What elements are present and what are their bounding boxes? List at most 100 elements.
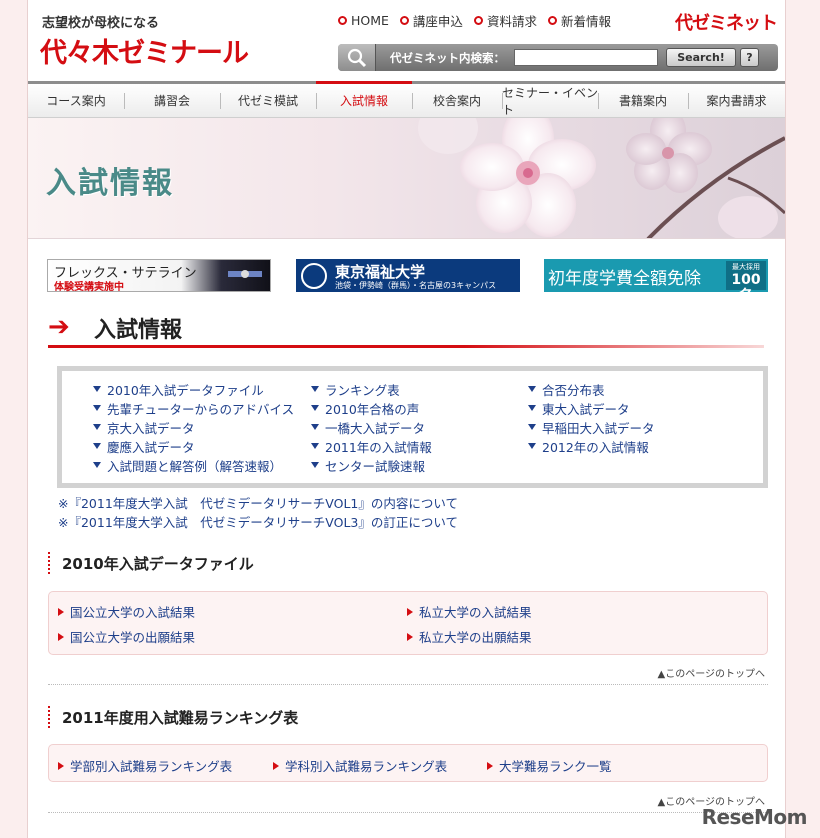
bullet-ring-icon bbox=[338, 16, 347, 25]
search-icon bbox=[338, 44, 376, 71]
nav-course[interactable]: コース案内 bbox=[28, 84, 124, 117]
link-pass-voice-2010[interactable]: 2010年合格の声 bbox=[311, 400, 432, 417]
nav-seminar[interactable]: セミナー・イベント bbox=[502, 84, 598, 117]
link-waseda-data[interactable]: 早稲田大入試データ bbox=[528, 419, 655, 436]
tokyo-banner-sub: 池袋・伊勢崎（群馬）・名古屋の3キャンパス bbox=[335, 281, 497, 290]
triangle-down-icon bbox=[528, 424, 536, 430]
note-link-vol3[interactable]: ※『2011年度大学入試 代ゼミデータリサーチVOL3』の訂正について bbox=[58, 513, 458, 532]
nav-campus[interactable]: 校舎案内 bbox=[412, 84, 502, 117]
triangle-down-icon bbox=[528, 405, 536, 411]
divider bbox=[48, 684, 768, 685]
top-link-apply[interactable]: 講座申込 bbox=[399, 11, 463, 30]
triangle-down-icon bbox=[93, 386, 101, 392]
section-title: 入試情報 bbox=[94, 318, 183, 343]
ranking-heading: 2011年度用入試難易ランキング表 bbox=[48, 706, 298, 728]
hero-title: 入試情報 bbox=[46, 166, 174, 201]
datafile-heading: 2010年入試データファイル bbox=[48, 552, 254, 574]
resemom-watermark: ReseMom bbox=[701, 805, 808, 829]
arrow-right-icon: ➔ bbox=[48, 312, 70, 342]
link-column-1: 2010年入試データファイル 先輩チューターからのアドバイス 京大入試データ 慶… bbox=[93, 381, 294, 474]
link-university-rank-list[interactable]: 大学難易ランク一覧 bbox=[487, 756, 612, 775]
top-link-home[interactable]: HOME bbox=[338, 11, 389, 30]
nav-seasonal[interactable]: 講習会 bbox=[124, 84, 220, 117]
triangle-down-icon bbox=[93, 405, 101, 411]
triangle-right-icon bbox=[58, 607, 64, 616]
triangle-down-icon bbox=[311, 386, 319, 392]
hero-banner: 入試情報 bbox=[28, 118, 785, 239]
link-column-3: 合否分布表 東大入試データ 早稲田大入試データ 2012年の入試情報 bbox=[528, 381, 655, 455]
link-center-exam[interactable]: センター試験速報 bbox=[311, 457, 432, 474]
link-kyoto-data[interactable]: 京大入試データ bbox=[93, 419, 294, 436]
link-tutor-advice[interactable]: 先輩チューターからのアドバイス bbox=[93, 400, 294, 417]
triangle-down-icon bbox=[93, 443, 101, 449]
heading-marker bbox=[48, 706, 51, 728]
link-datafile-2010[interactable]: 2010年入試データファイル bbox=[93, 381, 294, 398]
scholarship-banner[interactable]: 初年度学費全額免除 最大採用 100名 bbox=[544, 259, 768, 304]
satellite-icon bbox=[228, 270, 262, 278]
link-column-2: ランキング表 2010年合格の声 一橋大入試データ 2011年の入試情報 センタ… bbox=[311, 381, 432, 474]
triangle-right-icon bbox=[58, 761, 64, 770]
top-link-news[interactable]: 新着情報 bbox=[547, 11, 611, 30]
tokyo-banner-title: 東京福祉大学 bbox=[335, 263, 426, 281]
help-button[interactable]: ? bbox=[740, 48, 759, 67]
triangle-down-icon bbox=[311, 462, 319, 468]
triangle-down-icon bbox=[93, 462, 101, 468]
bullet-ring-icon bbox=[473, 16, 483, 25]
tokyo-fukushi-banner[interactable]: 東京福祉大学 池袋・伊勢崎（群馬）・名古屋の3キャンパス bbox=[296, 259, 520, 292]
notes: ※『2011年度大学入試 代ゼミデータリサーチVOL1』の内容について ※『20… bbox=[58, 494, 458, 532]
link-private-results[interactable]: 私立大学の入試結果 bbox=[407, 602, 532, 621]
link-faculty-ranking[interactable]: 学部別入試難易ランキング表 bbox=[58, 756, 232, 775]
nav-exam-info[interactable]: 入試情報 bbox=[316, 81, 412, 117]
top-link-request[interactable]: 資料請求 bbox=[473, 11, 537, 30]
nav-books[interactable]: 書籍案内 bbox=[598, 84, 688, 117]
triangle-down-icon bbox=[311, 424, 319, 430]
link-exam-info-2011[interactable]: 2011年の入試情報 bbox=[311, 438, 432, 455]
triangle-right-icon bbox=[273, 761, 279, 770]
top-links: HOME 講座申込 資料請求 新着情報 bbox=[338, 11, 611, 30]
search-label: 代ゼミネット内検索： bbox=[390, 50, 505, 65]
link-private-applications[interactable]: 私立大学の出願結果 bbox=[407, 627, 532, 646]
link-pass-distribution[interactable]: 合否分布表 bbox=[528, 381, 655, 398]
heading-marker bbox=[48, 552, 51, 574]
divider bbox=[48, 812, 768, 813]
page-top-link-1[interactable]: ▲このページのトップへ bbox=[658, 665, 766, 680]
university-seal-icon bbox=[301, 263, 327, 289]
link-exam-answers[interactable]: 入試問題と解答例（解答速報） bbox=[93, 457, 294, 474]
scholarship-banner-title: 初年度学費全額免除 bbox=[548, 269, 701, 289]
triangle-down-icon bbox=[528, 443, 536, 449]
bullet-ring-icon bbox=[399, 16, 409, 25]
link-todai-data[interactable]: 東大入試データ bbox=[528, 400, 655, 417]
page: 志望校が母校になる 代々木ゼミナール 代ゼミネット HOME 講座申込 資料請求… bbox=[27, 0, 786, 838]
brand-logo[interactable]: 代ゼミネット bbox=[675, 9, 778, 35]
triangle-down-icon bbox=[528, 386, 536, 392]
nav-brochure[interactable]: 案内書請求 bbox=[688, 84, 785, 117]
link-keio-data[interactable]: 慶應入試データ bbox=[93, 438, 294, 455]
note-link-vol1[interactable]: ※『2011年度大学入試 代ゼミデータリサーチVOL1』の内容について bbox=[58, 494, 458, 513]
triangle-right-icon bbox=[487, 761, 493, 770]
link-exam-info-2012[interactable]: 2012年の入試情報 bbox=[528, 438, 655, 455]
section-heading: ➔ 入試情報 bbox=[48, 310, 764, 348]
search-input[interactable] bbox=[514, 49, 658, 66]
nav-mock-exam[interactable]: 代ゼミ模試 bbox=[220, 84, 316, 117]
exam-info-link-box: 2010年入試データファイル 先輩チューターからのアドバイス 京大入試データ 慶… bbox=[57, 366, 768, 488]
tagline: 志望校が母校になる bbox=[42, 16, 160, 31]
link-department-ranking[interactable]: 学科別入試難易ランキング表 bbox=[273, 756, 447, 775]
flex-satellite-banner[interactable]: フレックス・サテライン 体験受講実施中 bbox=[47, 259, 271, 293]
flex-banner-sub: 体験受講実施中 bbox=[54, 282, 124, 293]
triangle-right-icon bbox=[407, 607, 413, 616]
link-national-applications[interactable]: 国公立大学の出願結果 bbox=[58, 627, 195, 646]
scholarship-badge: 最大採用 100名 bbox=[726, 261, 766, 304]
triangle-down-icon bbox=[311, 443, 319, 449]
triangle-down-icon bbox=[311, 405, 319, 411]
main-nav: コース案内 講習会 代ゼミ模試 入試情報 校舎案内 セミナー・イベント 書籍案内… bbox=[28, 81, 785, 118]
triangle-right-icon bbox=[58, 632, 64, 641]
search-button[interactable]: Search! bbox=[666, 48, 736, 67]
link-ranking[interactable]: ランキング表 bbox=[311, 381, 432, 398]
bullet-ring-icon bbox=[547, 16, 557, 25]
triangle-down-icon bbox=[93, 424, 101, 430]
link-hitotsubashi-data[interactable]: 一橋大入試データ bbox=[311, 419, 432, 436]
triangle-right-icon bbox=[407, 632, 413, 641]
site-logo[interactable]: 代々木ゼミナール bbox=[40, 31, 249, 70]
search-bar: 代ゼミネット内検索： Search! ? bbox=[338, 44, 778, 71]
link-national-results[interactable]: 国公立大学の入試結果 bbox=[58, 602, 195, 621]
